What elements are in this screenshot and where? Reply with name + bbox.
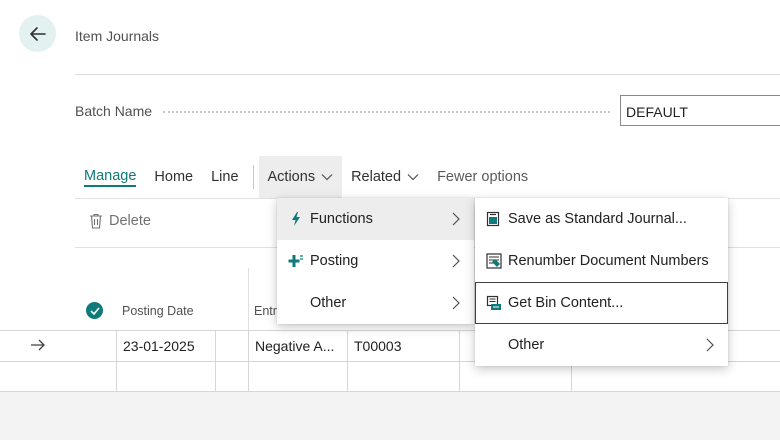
page-title: Item Journals: [75, 28, 160, 44]
batch-name-input[interactable]: DEFAULT: [620, 95, 780, 126]
related-menu-button[interactable]: Related: [342, 156, 428, 198]
column-header-posting-date[interactable]: Posting Date: [122, 304, 194, 318]
menu-item-renumber-document-numbers[interactable]: Renumber Document Numbers: [475, 240, 728, 282]
cell-posting-date[interactable]: 23-01-2025: [117, 331, 216, 361]
functions-submenu: Save as Standard Journal... Renumber Doc…: [475, 198, 728, 366]
menu-item-label: Save as Standard Journal...: [508, 211, 687, 227]
menu-item-label: Get Bin Content...: [508, 295, 624, 311]
arrow-right-icon: [31, 339, 45, 351]
back-button[interactable]: [19, 15, 56, 52]
tab-line[interactable]: Line: [202, 156, 247, 198]
trash-icon: [90, 213, 102, 229]
menu-item-label: Functions: [310, 211, 373, 227]
cell-blank[interactable]: [216, 362, 249, 392]
delete-button[interactable]: Delete: [89, 213, 151, 229]
menu-item-label: Other: [310, 295, 347, 311]
row-select-cell[interactable]: [75, 331, 117, 361]
delete-label: Delete: [109, 213, 151, 229]
tab-manage[interactable]: Manage: [75, 156, 145, 198]
menu-item-label: Renumber Document Numbers: [508, 253, 709, 269]
chevron-right-icon: [706, 338, 714, 352]
checkmark-icon: [89, 306, 100, 315]
chevron-right-icon: [452, 296, 460, 310]
title-divider: [75, 74, 780, 75]
cell-document-no[interactable]: T00003: [348, 331, 460, 361]
renumber-icon: [485, 253, 503, 269]
action-bar: Manage Home Line Actions Related Fewer o…: [75, 156, 537, 198]
menu-item-get-bin-content[interactable]: Get Bin Content...: [475, 282, 728, 324]
save-journal-icon: [485, 211, 503, 227]
row-select-cell[interactable]: [75, 362, 117, 392]
chevron-down-icon: [407, 174, 419, 181]
batch-name-leader: [163, 111, 610, 113]
arrow-left-icon: [29, 26, 46, 41]
actions-menu-button[interactable]: Actions: [258, 156, 343, 198]
actions-dropdown-menu: Functions Posting Other: [277, 198, 474, 324]
fewer-options-button[interactable]: Fewer options: [428, 156, 537, 198]
menu-item-posting[interactable]: Posting: [277, 240, 474, 282]
page-footer-area: [0, 392, 780, 440]
menu-item-other[interactable]: Other: [475, 324, 728, 366]
cell-entry-type[interactable]: Negative A...: [249, 331, 348, 361]
menu-item-functions[interactable]: Functions: [277, 198, 474, 240]
cell-entry-type[interactable]: [249, 362, 348, 392]
menu-item-label: Posting: [310, 253, 359, 269]
menu-item-label: Other: [508, 337, 545, 353]
column-header-entry-type[interactable]: Entr: [254, 304, 277, 318]
chevron-down-icon: [321, 174, 333, 181]
cell-blank[interactable]: [216, 331, 249, 361]
chevron-right-icon: [452, 212, 460, 226]
batch-name-label: Batch Name: [75, 103, 153, 119]
post-icon: [287, 253, 305, 269]
cell-empty[interactable]: [460, 362, 572, 392]
cell-posting-date[interactable]: [117, 362, 216, 392]
menu-item-other[interactable]: Other: [277, 282, 474, 324]
cell-document-no[interactable]: [348, 362, 460, 392]
column-divider: [248, 268, 249, 330]
select-all-checkbox[interactable]: [86, 302, 103, 319]
chevron-right-icon: [452, 254, 460, 268]
lightning-icon: [287, 211, 305, 227]
bin-content-icon: [485, 295, 503, 311]
menu-item-save-as-standard-journal[interactable]: Save as Standard Journal...: [475, 198, 728, 240]
toolbar-separator: [252, 165, 254, 189]
tab-home[interactable]: Home: [145, 156, 202, 198]
